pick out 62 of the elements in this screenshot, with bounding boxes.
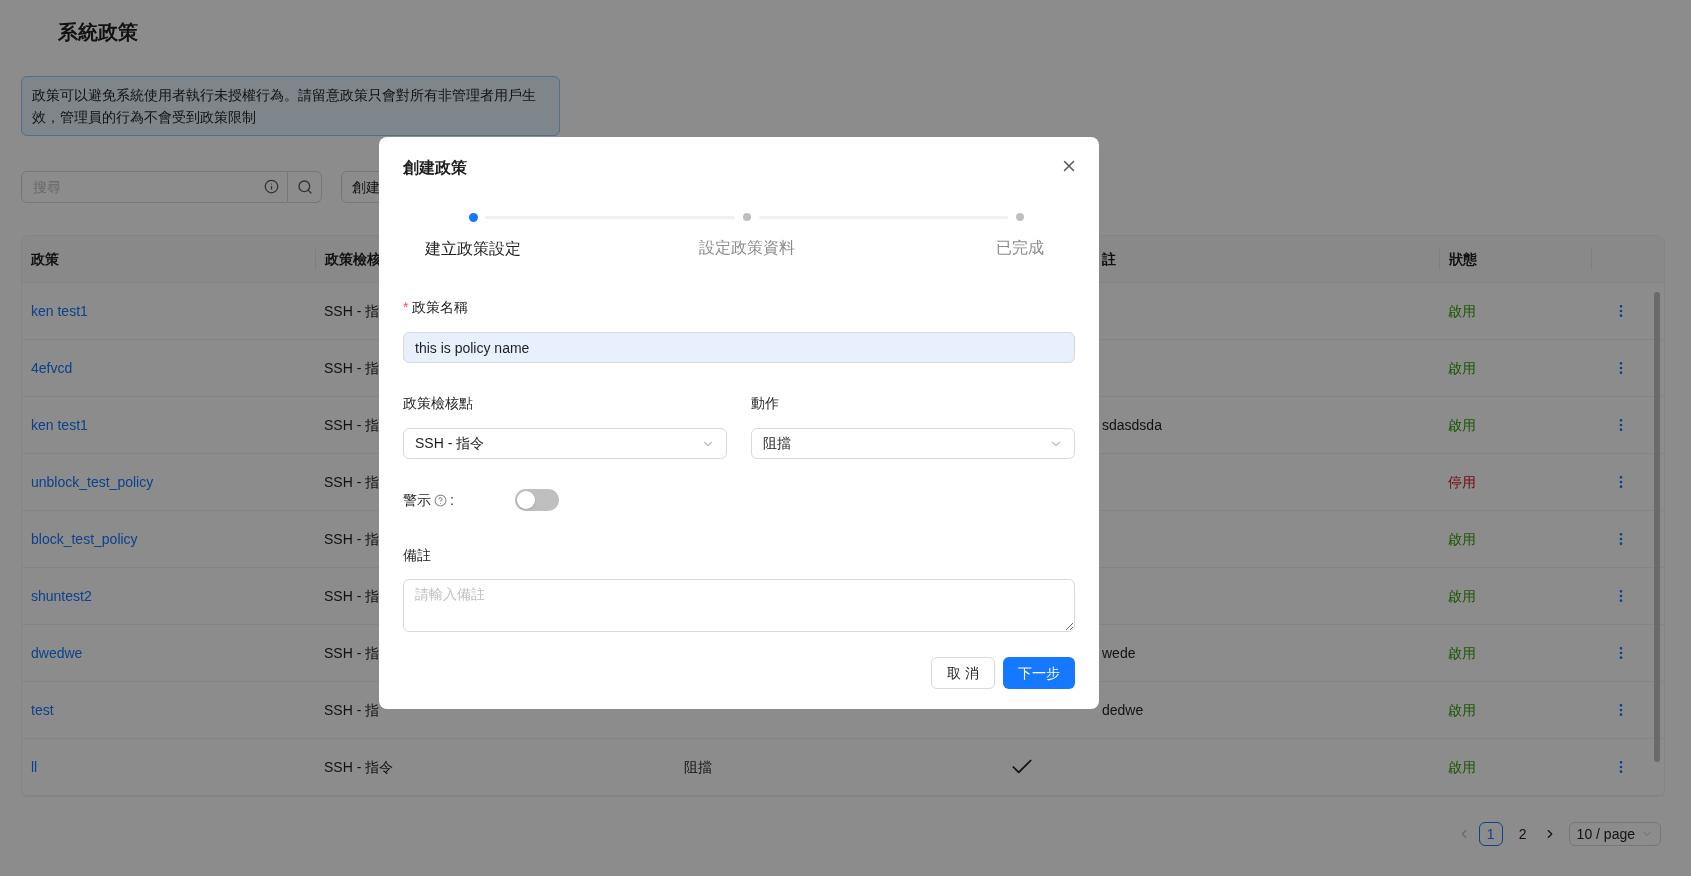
action-select[interactable]: 阻擋 [751,428,1075,459]
page-size-select[interactable]: 10 / page [1568,822,1661,846]
field-label: 政策檢核點 [403,393,473,413]
policy-link[interactable]: unblock_test_policy [31,473,154,490]
status-text: 啟用 [1448,644,1476,661]
checkpoint-text: SSH - 指 [324,530,380,547]
info-icon[interactable] [264,179,279,194]
cancel-button[interactable]: 取 消 [931,657,995,689]
column-header: 狀態 [1449,250,1477,267]
field-label: 警示 [403,490,431,510]
remark-field[interactable]: 請輸入備註 [403,579,1075,632]
column-header: 註 [1102,250,1116,267]
status-text: 啟用 [1448,701,1476,718]
status-text: 啟用 [1448,302,1476,319]
remark-text: wede [1102,644,1136,661]
step-label: 已完成 [996,238,1044,258]
required-mark: * [403,297,409,317]
checkpoint-text: SSH - 指令 [324,758,394,775]
checkpoint-text: SSH - 指 [324,473,380,490]
policy-link[interactable]: ken test1 [31,302,88,319]
scrollbar[interactable] [1654,292,1660,762]
next-button[interactable]: 下一步 [1003,657,1075,689]
status-text: 啟用 [1448,416,1476,433]
checkpoint-select[interactable]: SSH - 指令 [403,428,727,459]
checkpoint-text: SSH - 指 [324,302,380,319]
page-title: 系統政策 [58,20,138,45]
status-text: 啟用 [1448,587,1476,604]
search-button[interactable] [288,171,322,203]
policy-link[interactable]: shuntest2 [31,587,92,604]
remark-text: dedwe [1102,701,1144,718]
page-button[interactable]: 1 [1478,822,1503,846]
field-label: 動作 [751,393,779,413]
status-text: 啟用 [1448,359,1476,376]
status-text: 停用 [1448,473,1476,490]
dialog-title: 創建政策 [403,158,467,178]
field-label: 政策名稱 [412,297,469,317]
search-icon [296,179,313,195]
policy-link[interactable]: ll [31,758,38,775]
help-icon[interactable] [434,493,447,507]
policy-link[interactable]: dwedwe [31,644,83,661]
policy-link[interactable]: test [31,701,54,718]
status-text: 啟用 [1448,530,1476,547]
checkpoint-text: SSH - 指 [324,701,380,718]
policy-name-field[interactable]: this is policy name [403,332,1075,363]
checkpoint-text: SSH - 指 [324,587,380,604]
checkpoint-text: SSH - 指 [324,416,380,433]
policy-link[interactable]: 4efvcd [31,359,73,376]
checkpoint-text: SSH - 指 [324,359,380,376]
step-label: 建立政策設定 [425,239,521,259]
action-text: 阻擋 [684,758,712,775]
page-button[interactable]: 2 [1510,822,1535,846]
notice-banner: 政策可以避免系統使用者執行未授權行為。請留意政策只會對所有非管理者用戶生效，管理員的行為不會受到政策限制 [21,76,560,136]
step-label: 設定政策資料 [698,238,795,258]
status-text: 啟用 [1448,758,1476,775]
remark-text: sdasdsda [1102,416,1162,433]
label-colon: : [450,490,454,510]
policy-link[interactable]: block_test_policy [31,530,138,547]
field-label: 備註 [403,545,431,565]
policy-link[interactable]: ken test1 [31,416,88,433]
alert-toggle[interactable] [515,489,559,511]
column-header: 政策 [31,250,59,267]
checkpoint-text: SSH - 指 [324,644,380,661]
